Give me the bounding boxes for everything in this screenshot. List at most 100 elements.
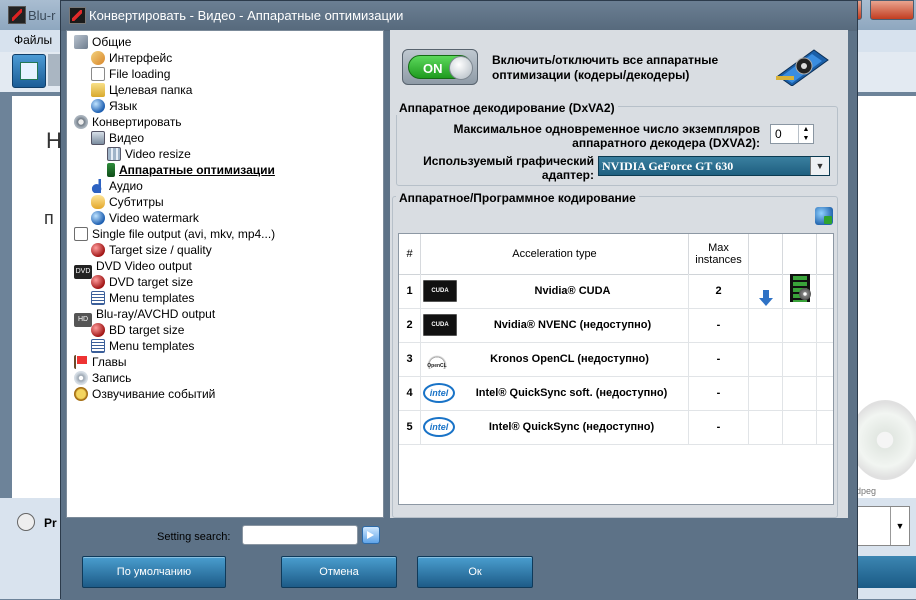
max-instances-cell[interactable]: -: [689, 308, 749, 342]
tree-item[interactable]: Целевая папка: [91, 82, 192, 98]
chevron-down-icon[interactable]: ▼: [890, 507, 909, 545]
setting-search-input[interactable]: [242, 525, 358, 545]
search-go-icon[interactable]: [362, 526, 380, 544]
background-window-title: Blu-r: [28, 8, 56, 23]
tree-item[interactable]: Конвертировать: [74, 114, 182, 130]
intel-icon: intel: [423, 417, 455, 437]
max-instances-stepper[interactable]: 0 ▲ ▼: [770, 124, 814, 144]
table-row[interactable]: 2 CUDA Nvidia® NVENC (недоступно) -: [399, 308, 833, 343]
tree-item[interactable]: Single file output (avi, mkv, mp4...): [74, 226, 275, 242]
menu-template-icon: [91, 291, 105, 305]
default-button[interactable]: По умолчанию: [82, 556, 226, 588]
tree-item-label: Video watermark: [109, 211, 199, 225]
tree-item-label: Целевая папка: [109, 83, 193, 97]
settings-cell: [783, 308, 817, 342]
gpu-adapter-select[interactable]: NVIDIA GeForce GT 630 ▼: [598, 156, 830, 176]
sound-icon: [74, 387, 88, 401]
dialog-title: Конвертировать - Видео - Аппаратные опти…: [89, 8, 404, 23]
cancel-button[interactable]: Отмена: [281, 556, 397, 588]
tree-item[interactable]: Аудио: [91, 178, 143, 194]
row-number: 5: [399, 410, 421, 444]
row-number: 2: [399, 308, 421, 342]
tree-item[interactable]: DVD target size: [91, 274, 193, 290]
flag-icon: [74, 355, 88, 369]
chevron-down-icon[interactable]: ▼: [810, 157, 829, 175]
tree-item-label: Главы: [92, 355, 127, 369]
convert-button[interactable]: [858, 556, 916, 588]
toolbar-button[interactable]: [48, 54, 60, 86]
tree-item[interactable]: Аппаратные оптимизации: [107, 162, 275, 178]
column-header-max[interactable]: Max instances: [689, 234, 749, 274]
tree-item[interactable]: Video watermark: [91, 210, 199, 226]
gpu-adapter-label: Используемый графический адаптер:: [423, 154, 594, 182]
tree-item[interactable]: DVD DVD Video output: [74, 258, 192, 279]
tree-item[interactable]: Главы: [74, 354, 127, 370]
acceleration-type-cell: CUDA Nvidia® NVENC (недоступно): [421, 308, 689, 342]
column-header-settings: [783, 234, 817, 274]
tree-item-label: Аудио: [109, 179, 143, 193]
tree-item[interactable]: Menu templates: [91, 290, 194, 306]
table-row[interactable]: 4 intel Intel® QuickSync soft. (недоступно…: [399, 376, 833, 411]
tree-item[interactable]: File loading: [91, 66, 170, 82]
table-row[interactable]: 1 CUDA Nvidia® CUDA 2: [399, 274, 833, 309]
background-hint-2: п: [44, 208, 54, 228]
max-instances-cell[interactable]: 2: [689, 274, 749, 308]
video-icon: [91, 131, 105, 145]
tree-item-label: Субтитры: [109, 195, 164, 209]
tree-item[interactable]: Интерфейс: [91, 50, 172, 66]
acceleration-type-cell: intel Intel® QuickSync (недоступно): [421, 410, 689, 444]
encoding-group-title: Аппаратное/Программное кодирование: [396, 191, 639, 205]
tree-item[interactable]: Общие: [74, 34, 131, 50]
globe-icon: [91, 99, 105, 113]
tree-item[interactable]: Запись: [74, 370, 131, 386]
dvd-icon: DVD: [74, 265, 92, 279]
tree-item[interactable]: Menu templates: [91, 338, 194, 354]
intel-icon: intel: [423, 383, 455, 403]
resize-icon: [107, 147, 121, 161]
menu-files[interactable]: Файлы: [14, 33, 52, 47]
max-instances-cell[interactable]: -: [689, 376, 749, 410]
settings-cell: [783, 274, 817, 308]
tree-item-label: File loading: [109, 67, 171, 81]
tree-item-label: DVD target size: [109, 275, 194, 289]
hardware-icon: [107, 163, 115, 177]
tree-item[interactable]: Язык: [91, 98, 137, 114]
dialog-app-icon: [69, 7, 86, 24]
stepper-arrows-icon[interactable]: ▲ ▼: [798, 125, 813, 143]
column-header-type[interactable]: Acceleration type: [421, 234, 689, 274]
folder-icon: [91, 83, 105, 97]
tree-item[interactable]: Видео: [91, 130, 144, 146]
move-down-icon[interactable]: [758, 290, 773, 306]
tree-item[interactable]: Озвучивание событий: [74, 386, 215, 402]
refresh-devices-icon[interactable]: [815, 207, 833, 225]
disc-label: dpeg: [856, 486, 877, 496]
tree-item[interactable]: BD target size: [91, 322, 184, 338]
toggle-label: ON: [423, 61, 443, 76]
tree-item[interactable]: Video resize: [107, 146, 191, 162]
acceleration-type-label: Nvidia® CUDA: [534, 285, 611, 297]
toggle-track: ON: [408, 55, 473, 80]
table-row[interactable]: 3 OpenCL Kronos OpenCL (недоступно) -: [399, 342, 833, 377]
tree-item[interactable]: HD Blu-ray/AVCHD output: [74, 306, 215, 327]
acceleration-table: # Acceleration type Max instances 1 CUDA N…: [398, 233, 834, 505]
graphics-card-icon: [776, 49, 829, 86]
table-row[interactable]: 5 intel Intel® QuickSync (недоступно) -: [399, 410, 833, 445]
preset-label: Pr: [44, 516, 57, 530]
hardware-optimization-toggle[interactable]: ON: [402, 49, 478, 85]
close-button-2[interactable]: [870, 0, 914, 20]
add-file-button[interactable]: [12, 54, 46, 88]
tree-item[interactable]: Target size / quality: [91, 242, 212, 258]
max-instances-label: Максимальное одновременное число экземпл…: [453, 122, 760, 150]
max-instances-cell[interactable]: -: [689, 410, 749, 444]
ok-button[interactable]: Ок: [417, 556, 533, 588]
nvidia-cuda-icon: CUDA: [423, 314, 457, 336]
app-logo-icon: [8, 6, 26, 24]
column-header-num[interactable]: #: [399, 234, 421, 274]
tree-item[interactable]: Субтитры: [91, 194, 164, 210]
toggle-description: Включить/отключить все аппаратные оптими…: [492, 53, 719, 82]
max-instances-cell[interactable]: -: [689, 342, 749, 376]
disc-icon: [850, 400, 916, 480]
tree-item-label: Озвучивание событий: [92, 387, 216, 401]
encoder-settings-icon[interactable]: [789, 274, 811, 302]
tools-icon: [74, 35, 88, 49]
